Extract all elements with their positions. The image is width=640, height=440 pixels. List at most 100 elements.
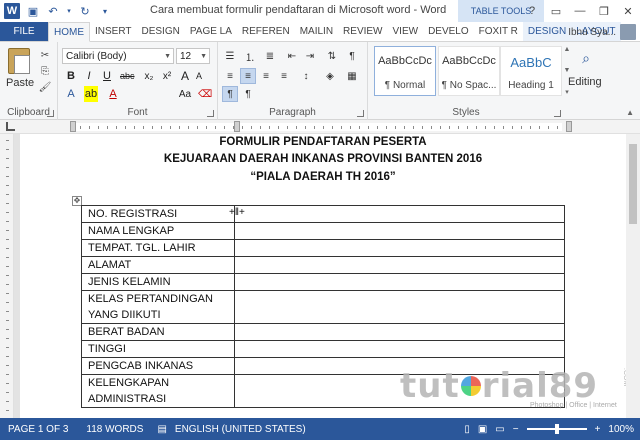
field-value-cell[interactable] (234, 205, 565, 223)
tab-mailings[interactable]: MAILIN (295, 22, 338, 41)
superscript-button[interactable]: x² (160, 68, 174, 84)
shrink-font-button[interactable]: A (192, 68, 206, 84)
tab-references[interactable]: REFEREN (237, 22, 295, 41)
field-value-cell[interactable] (234, 273, 565, 291)
tab-design[interactable]: DESIGN (137, 22, 185, 41)
editing-button[interactable]: Editing (568, 76, 602, 88)
tab-insert[interactable]: INSERT (90, 22, 137, 41)
tab-page-layout[interactable]: PAGE LA (185, 22, 237, 41)
tab-foxit[interactable]: FOXIT R (474, 22, 523, 41)
align-left-icon[interactable]: ≡ (222, 68, 238, 84)
tab-review[interactable]: REVIEW (338, 22, 387, 41)
field-label-cell[interactable]: TEMPAT. TGL. LAHIR (81, 239, 235, 257)
user-account[interactable]: Ibnu Sya... (568, 22, 636, 42)
paragraph-launcher-icon[interactable] (357, 110, 364, 117)
font-name-combo[interactable]: Calibri (Body) ▼ (62, 48, 174, 64)
chevron-up-icon[interactable]: ▲ (564, 46, 571, 53)
collapse-ribbon-icon[interactable]: ▲ (626, 108, 634, 117)
highlight-icon[interactable]: ab (84, 86, 98, 102)
strikethrough-button[interactable]: abc (120, 68, 135, 84)
bold-button[interactable]: B (64, 68, 78, 84)
font-size-combo[interactable]: 12 ▼ (176, 48, 210, 64)
field-label-cell[interactable]: KELENGKAPAN ADMINISTRASI (81, 374, 235, 408)
zoom-slider-thumb[interactable] (554, 424, 559, 434)
align-right-icon[interactable]: ≡ (258, 68, 274, 84)
borders-icon[interactable]: ▦ (344, 68, 360, 84)
field-label-cell[interactable]: TINGGI (81, 340, 235, 358)
cut-icon[interactable]: ✂ (38, 48, 52, 62)
tab-table-design[interactable]: DESIGN (522, 22, 572, 41)
grow-font-button[interactable]: A (178, 68, 192, 84)
column-marker[interactable] (234, 121, 240, 132)
field-value-cell[interactable] (234, 222, 565, 240)
redo-icon[interactable]: ↻ (78, 4, 92, 18)
maximize-button[interactable]: ❐ (592, 0, 616, 22)
scrollbar-thumb[interactable] (629, 144, 637, 224)
minimize-button[interactable]: — (568, 0, 592, 22)
find-icon[interactable]: ⌕ (576, 48, 596, 68)
read-mode-icon[interactable]: ▯ (464, 424, 470, 435)
styles-gallery-scroll[interactable]: ▲ ▼ ▾ (562, 46, 572, 96)
paste-button[interactable]: Paste (6, 77, 34, 89)
shading-icon[interactable]: ◈ (322, 68, 338, 84)
print-layout-icon[interactable]: ▣ (478, 424, 487, 435)
font-launcher-icon[interactable] (207, 110, 214, 117)
show-hide-icon[interactable]: ¶ (344, 48, 360, 64)
right-margin-marker[interactable] (566, 121, 572, 132)
justify-icon[interactable]: ≡ (276, 68, 292, 84)
increase-indent-icon[interactable]: ⇥ (302, 48, 318, 64)
word-count[interactable]: 118 WORDS (86, 424, 143, 435)
styles-launcher-icon[interactable] (554, 110, 561, 117)
field-label-cell[interactable]: NO. REGISTRASI (81, 205, 235, 223)
style-heading-1[interactable]: AaBbC Heading 1 (500, 46, 562, 96)
zoom-in-button[interactable]: + (595, 424, 601, 435)
bullets-icon[interactable]: ☰ (222, 48, 238, 64)
italic-button[interactable]: I (82, 68, 96, 84)
field-label-cell[interactable]: ALAMAT (81, 256, 235, 274)
tab-view[interactable]: VIEW (388, 22, 424, 41)
format-painter-icon[interactable]: 🖌 (38, 80, 52, 94)
document-page[interactable]: FORMULIR PENDAFTARAN PESERTA KEJUARAAN D… (20, 134, 629, 418)
undo-dropdown-icon[interactable]: ▾ (66, 4, 72, 18)
proofing-icon[interactable]: ▤ (157, 424, 166, 435)
decrease-indent-icon[interactable]: ⇤ (284, 48, 300, 64)
web-layout-icon[interactable]: ▭ (495, 424, 504, 435)
text-effects-icon[interactable]: A (64, 86, 78, 102)
undo-icon[interactable]: ↶ (46, 4, 60, 18)
field-value-cell[interactable] (234, 323, 565, 341)
line-spacing-icon[interactable]: ↕ (298, 68, 314, 84)
copy-icon[interactable]: ⎘ (38, 64, 52, 78)
close-button[interactable]: ✕ (616, 0, 640, 22)
rtl-direction-icon[interactable]: ¶ (240, 86, 256, 102)
underline-button[interactable]: U (100, 68, 114, 84)
zoom-slider[interactable] (526, 424, 587, 434)
ltr-direction-icon[interactable]: ¶ (222, 86, 238, 102)
field-label-cell[interactable]: BERAT BADAN (81, 323, 235, 341)
customize-qat-icon[interactable]: ▾ (98, 4, 112, 18)
left-margin-marker[interactable] (70, 121, 76, 132)
horizontal-ruler[interactable] (0, 120, 640, 134)
language[interactable]: ENGLISH (UNITED STATES) (175, 424, 306, 435)
font-color-button[interactable]: A (106, 86, 120, 102)
save-icon[interactable]: ▣ (26, 4, 40, 18)
ribbon-display-icon[interactable]: ▭ (544, 0, 568, 22)
clear-formatting-icon[interactable]: ⌫ (198, 86, 212, 102)
tab-file[interactable]: FILE (0, 22, 48, 41)
change-case-button[interactable]: Aa (178, 86, 192, 102)
vertical-scrollbar[interactable] (626, 134, 640, 418)
tab-home[interactable]: HOME (48, 22, 90, 42)
subscript-button[interactable]: x₂ (142, 68, 156, 84)
vertical-ruler[interactable] (0, 134, 14, 418)
numbering-icon[interactable]: ⒈ (242, 48, 258, 64)
paste-icon[interactable] (8, 48, 30, 74)
sort-icon[interactable]: ⇅ (324, 48, 340, 64)
multilevel-list-icon[interactable]: ≣ (262, 48, 278, 64)
field-label-cell[interactable]: NAMA LENGKAP (81, 222, 235, 240)
tab-selector-icon[interactable] (6, 122, 15, 131)
zoom-level[interactable]: 100% (608, 424, 634, 435)
style-no-spacing[interactable]: AaBbCcDc ¶ No Spac... (438, 46, 500, 96)
field-value-cell[interactable] (234, 239, 565, 257)
field-label-cell[interactable]: PENGCAB INKANAS (81, 357, 235, 375)
field-value-cell[interactable] (234, 290, 565, 324)
page-count[interactable]: PAGE 1 OF 3 (8, 424, 68, 435)
